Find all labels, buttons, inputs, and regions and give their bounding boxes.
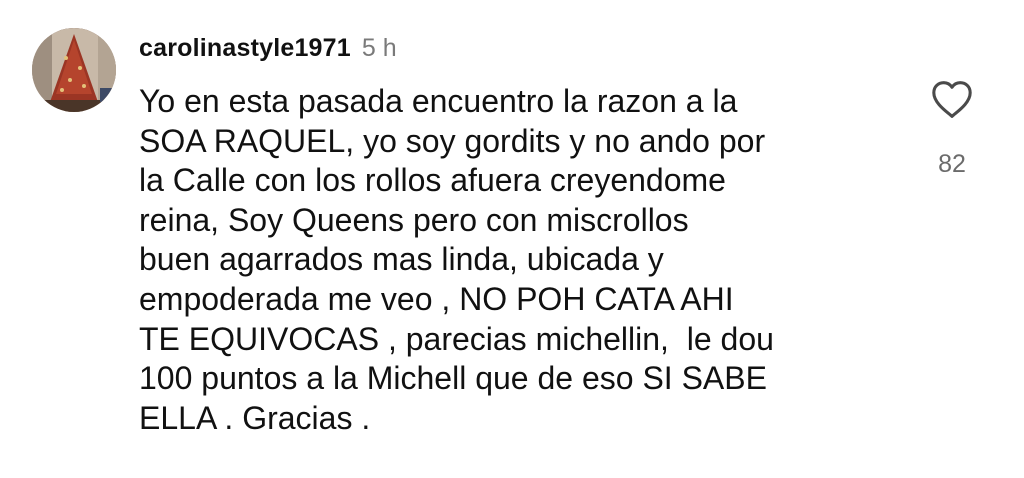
comment-text-line: 100 puntos a la Michell que de eso SI SA… <box>139 360 767 397</box>
comment-text-line: ELLA . Gracias . <box>139 399 371 436</box>
like-area: 82 <box>922 80 982 179</box>
heart-outline-icon[interactable] <box>930 80 974 120</box>
comment-text: Yo en esta pasada encuentro la razon a l… <box>139 82 899 438</box>
comment-text-line: la Calle con los rollos afuera creyendom… <box>139 162 726 199</box>
avatar[interactable] <box>32 28 116 112</box>
comment-text-line: reina, Soy Queens pero con miscrollos <box>139 201 689 238</box>
comment-text-line: empoderada me veo , NO POH CATA AHI <box>139 280 734 317</box>
comment-header: carolinastyle1971 5 h <box>139 34 397 66</box>
comment-text-line: buen agarrados mas linda, ubicada y <box>139 241 664 278</box>
comment-text-line: TE EQUIVOCAS , parecias michellin, le do… <box>139 320 774 357</box>
username[interactable]: carolinastyle1971 <box>139 34 351 63</box>
comment-text-line: SOA RAQUEL, yo soy gordits y no ando por <box>139 122 766 159</box>
comment-item: carolinastyle1971 5 h Yo en esta pasada … <box>0 0 1024 478</box>
avatar-image <box>32 28 116 112</box>
comment-text-line: Yo en esta pasada encuentro la razon a l… <box>139 83 738 119</box>
like-count: 82 <box>938 150 966 178</box>
timestamp: 5 h <box>361 34 397 62</box>
